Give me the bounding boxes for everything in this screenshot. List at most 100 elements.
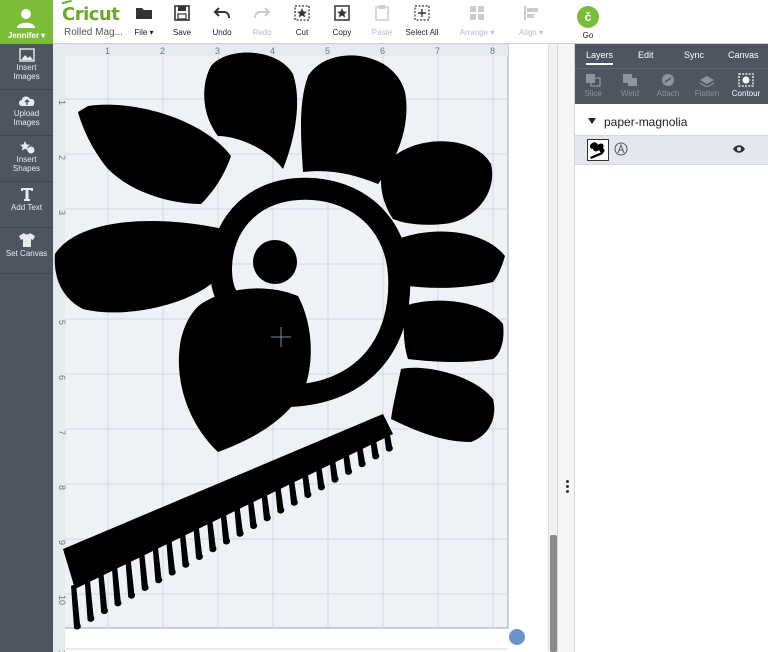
insert-images-button[interactable]: Insert Images	[0, 44, 53, 90]
layer-group-name: paper-magnolia	[604, 115, 688, 129]
select-all-label: Select All	[405, 28, 439, 37]
save-label: Save	[172, 28, 192, 37]
flatten-icon	[699, 76, 715, 87]
undo-label: Undo	[212, 28, 232, 37]
select-all-button[interactable]: Select All	[402, 4, 442, 42]
design-canvas[interactable]: 12345678 1234567891011	[53, 44, 557, 652]
tab-sync[interactable]: Sync	[684, 50, 704, 60]
set-canvas-label: Set Canvas	[5, 249, 48, 258]
copy-label: Copy	[332, 28, 352, 37]
zoom-handle-icon[interactable]	[509, 629, 525, 645]
scrollbar-thumb[interactable]	[550, 535, 557, 652]
attach-icon	[662, 74, 674, 86]
arrange-icon	[470, 6, 484, 20]
undo-arrow-icon	[213, 7, 230, 19]
grip-dot	[566, 480, 569, 483]
ruler-label: 9	[57, 540, 67, 545]
weld-icon	[623, 74, 637, 86]
insert-shapes-label-2: Shapes	[12, 164, 41, 173]
vertical-scrollbar[interactable]	[548, 44, 557, 652]
ruler-label: 8	[57, 485, 67, 490]
insert-images-label-2: Images	[13, 72, 40, 81]
panel-tools: Slice Weld Attach Flatten Contour	[575, 68, 768, 104]
tab-edit[interactable]: Edit	[638, 50, 654, 60]
weld-label: Weld	[620, 89, 640, 98]
ruler-label: 3	[215, 46, 220, 56]
layer-row[interactable]	[575, 135, 768, 165]
ruler-label: 7	[435, 46, 440, 56]
paste-button[interactable]: Paste	[368, 4, 396, 42]
ruler-label: 10	[57, 595, 67, 605]
align-icon	[524, 6, 538, 20]
paste-label: Paste	[371, 28, 393, 37]
flatten-button[interactable]: Flatten	[690, 73, 724, 98]
redo-label: Redo	[252, 28, 272, 37]
upload-cloud-icon	[18, 96, 34, 106]
image-icon	[18, 48, 35, 62]
cut-type-icon[interactable]	[614, 142, 628, 156]
insert-images-label-1: Insert	[16, 63, 37, 72]
panel-tabs: Layers Edit Sync Canvas	[575, 44, 768, 68]
visibility-eye-icon[interactable]	[732, 144, 746, 154]
arrange-menu-button[interactable]: Arrange ▾	[456, 4, 498, 42]
undo-button[interactable]: Undo	[208, 4, 236, 42]
save-button[interactable]: Save	[168, 4, 196, 42]
flatten-label: Flatten	[694, 89, 720, 98]
ruler-label: 6	[57, 375, 67, 380]
align-menu-button[interactable]: Align ▾	[514, 4, 548, 42]
arrange-label: Arrange ▾	[459, 28, 495, 37]
copy-button[interactable]: Copy	[328, 4, 356, 42]
attach-label: Attach	[656, 89, 680, 98]
brand-logo: Cricut	[62, 4, 120, 25]
panel-splitter[interactable]	[557, 44, 575, 652]
ruler-label: 4	[270, 46, 275, 56]
cut-button[interactable]: Cut	[288, 4, 316, 42]
ruler-label: 8	[490, 46, 495, 56]
layer-group-header[interactable]: paper-magnolia	[575, 110, 768, 134]
slice-icon	[586, 74, 601, 87]
select-all-icon	[414, 5, 430, 21]
go-cricut-icon: č	[577, 6, 599, 28]
user-menu[interactable]: Jennifer ▾	[0, 0, 53, 44]
left-sidebar: Insert Images Upload Images Insert Shape…	[0, 44, 53, 652]
attach-button[interactable]: Attach	[651, 73, 685, 98]
ruler-label: 1	[57, 100, 67, 105]
grip-dot	[566, 490, 569, 493]
magnolia-thumbnail-icon	[589, 142, 605, 159]
insert-shapes-button[interactable]: Insert Shapes	[0, 136, 53, 182]
cutting-mat[interactable]: 12345678 1234567891011	[53, 44, 557, 652]
contour-button[interactable]: Contour	[729, 73, 763, 98]
slice-label: Slice	[584, 89, 602, 98]
file-menu-button[interactable]: File ▾	[130, 4, 158, 42]
weld-button[interactable]: Weld	[613, 73, 647, 98]
save-disk-icon	[174, 5, 190, 21]
cut-label: Cut	[295, 28, 309, 37]
tab-layers[interactable]: Layers	[586, 50, 614, 65]
ruler-label: 5	[325, 46, 330, 56]
upload-images-button[interactable]: Upload Images	[0, 90, 53, 136]
go-label: Go	[582, 31, 594, 40]
caret-down-icon[interactable]	[588, 118, 596, 124]
tshirt-icon	[18, 233, 35, 247]
insert-shapes-label-1: Insert	[16, 155, 37, 164]
ruler-label: 1	[105, 46, 110, 56]
file-label: File ▾	[134, 28, 154, 37]
ruler-label: 2	[57, 155, 67, 160]
redo-arrow-icon	[254, 7, 271, 19]
shapes-icon	[19, 141, 34, 154]
upload-images-label-1: Upload	[13, 109, 40, 118]
contour-icon	[738, 73, 754, 87]
slice-button[interactable]: Slice	[576, 73, 610, 98]
folder-icon	[136, 8, 152, 19]
ruler-label: 7	[57, 430, 67, 435]
project-name[interactable]: Rolled Mag...	[64, 27, 128, 38]
add-text-button[interactable]: Add Text	[0, 182, 53, 228]
go-button[interactable]: č Go	[574, 6, 602, 40]
redo-button[interactable]: Redo	[248, 4, 276, 42]
tab-canvas[interactable]: Canvas	[728, 50, 759, 60]
contour-label: Contour	[731, 89, 761, 98]
copy-icon	[334, 5, 350, 21]
set-canvas-button[interactable]: Set Canvas	[0, 228, 53, 274]
paste-icon	[375, 5, 389, 21]
text-t-icon	[20, 188, 33, 201]
